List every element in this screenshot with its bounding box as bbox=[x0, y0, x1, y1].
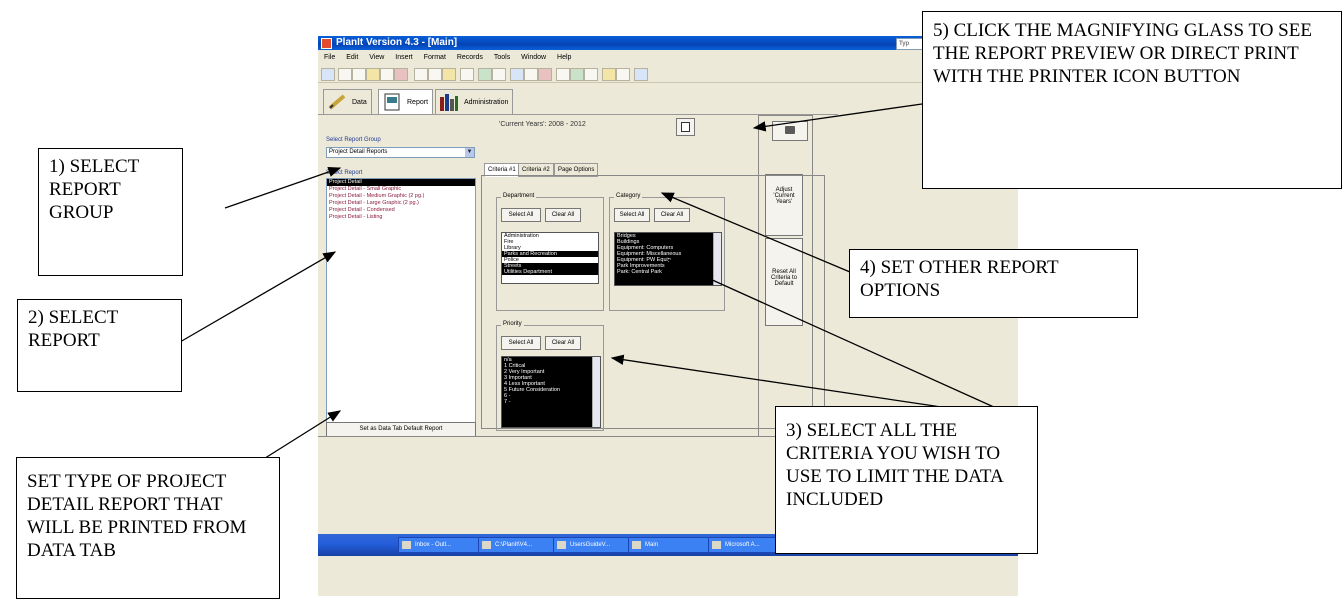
arrow-2 bbox=[179, 251, 337, 343]
callout-default-report: SET TYPE OF PROJECT DETAIL REPORT THAT W… bbox=[16, 457, 280, 599]
callout-preview-print: 5) CLICK THE MAGNIFYING GLASS TO SEE THE… bbox=[922, 11, 1342, 189]
callout-select-report: 2) SELECT REPORT bbox=[17, 299, 182, 392]
arrow-5 bbox=[752, 103, 923, 132]
arrow-4 bbox=[660, 192, 851, 273]
callout-select-report-group: 1) SELECT REPORT GROUP bbox=[38, 148, 183, 276]
arrow-6 bbox=[261, 410, 342, 461]
callout-select-criteria: 3) SELECT ALL THE CRITERIA YOU WISH TO U… bbox=[775, 406, 1038, 554]
callout-set-options: 4) SET OTHER REPORT OPTIONS bbox=[849, 249, 1138, 318]
arrow-1 bbox=[224, 166, 342, 209]
arrow-3b bbox=[610, 354, 949, 409]
